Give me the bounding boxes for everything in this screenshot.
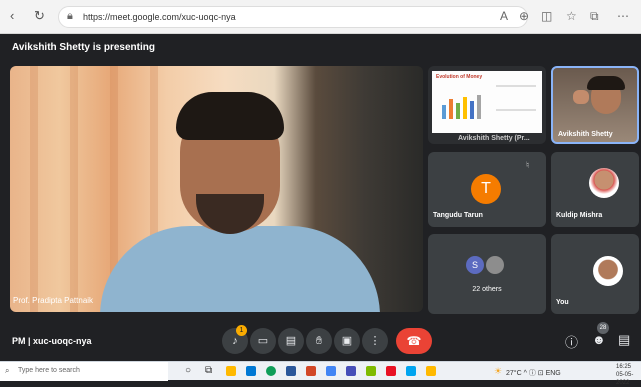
browser-toolbar: ‹ ↻ 🔒︎ https://meet.google.com/xuc-uoqc-… xyxy=(0,0,641,34)
hand-icon: ✋︎ xyxy=(315,335,323,347)
others-tile[interactable]: S 22 others xyxy=(428,234,546,314)
presentation-tile[interactable]: Evolution of Money Avikshith Shetty (Pr.… xyxy=(428,66,546,144)
main-speaker-name: Prof. Pradipta Pattnaik xyxy=(13,296,94,305)
participant-tile-tangudu[interactable]: ♮ T Tangudu Tarun xyxy=(428,152,546,227)
curtain-fold xyxy=(70,66,78,312)
participant-name: Kuldip Mishra xyxy=(556,212,603,219)
people-icon[interactable]: ☻ xyxy=(592,332,606,347)
participant-name: You xyxy=(556,299,569,306)
phone-hangup-icon: ☎ xyxy=(406,334,422,348)
clock-time: 16:25 xyxy=(616,364,632,370)
weather-icon: ☀︎ xyxy=(494,366,503,376)
taskbar-search[interactable]: ⌕ Type here to search xyxy=(0,362,168,381)
curtain-fold xyxy=(30,66,38,312)
camera-icon: ▭ xyxy=(257,335,269,347)
speaker-hair xyxy=(176,92,284,140)
participant-tile-kuldip[interactable]: Kuldip Mishra xyxy=(551,152,639,227)
search-placeholder: Type here to search xyxy=(18,367,80,374)
mic-off-icon: ♮ xyxy=(526,160,530,170)
teams-icon[interactable] xyxy=(346,366,356,376)
mic-icon: ♪ xyxy=(232,335,238,347)
edge-icon[interactable] xyxy=(266,366,276,376)
slide-title: Evolution of Money xyxy=(436,74,483,80)
participant-name: Tangudu Tarun xyxy=(433,212,483,219)
tab-icon[interactable]: ◫ xyxy=(541,9,552,23)
hand-raised-badge: 1 xyxy=(236,325,247,336)
avatar xyxy=(589,168,619,198)
slide-bar xyxy=(442,105,446,119)
participant-tile-avikshith[interactable]: Avikshith Shetty xyxy=(551,66,639,144)
word-icon[interactable] xyxy=(286,366,296,376)
present-icon: ▣ xyxy=(341,335,353,347)
more-vert-icon: ⋮ xyxy=(369,335,381,347)
search-icon: ⌕ xyxy=(5,366,10,375)
collections-icon[interactable]: ⧉ xyxy=(590,9,599,24)
meeting-code: PM | xuc-uoqc-nya xyxy=(12,336,92,346)
presentation-label: Avikshith Shetty (Pr... xyxy=(458,135,530,142)
app-icon[interactable] xyxy=(406,366,416,376)
avatar: S xyxy=(466,256,484,274)
slide-bar xyxy=(463,97,467,119)
clock[interactable]: 16:25 05-05-2022 xyxy=(616,363,641,387)
slide-bar xyxy=(470,101,474,119)
chrome-icon[interactable] xyxy=(326,366,336,376)
presenting-banner: Avikshith Shetty is presenting xyxy=(12,42,155,53)
system-tray[interactable]: 27°C ^ ⓘ ⊡ ENG xyxy=(506,368,561,378)
captions-icon: ▤ xyxy=(285,335,297,347)
favorites-icon[interactable]: ☆ xyxy=(566,9,577,23)
avatar: T xyxy=(471,174,501,204)
people-count-badge: 28 xyxy=(597,322,609,334)
info-icon[interactable]: ⓘ xyxy=(565,332,578,351)
slide-bar xyxy=(456,103,460,119)
more-options-button[interactable]: ⋮ xyxy=(362,328,388,354)
powerpoint-icon[interactable] xyxy=(306,366,316,376)
file-explorer-icon[interactable] xyxy=(226,366,236,376)
app-icon[interactable] xyxy=(426,366,436,376)
app-icon[interactable] xyxy=(386,366,396,376)
windows-taskbar: ⌕ Type here to search ○ ⧉ ☀︎ 27°C ^ ⓘ ⊡ … xyxy=(0,361,641,386)
avatar xyxy=(593,256,623,286)
zoom-icon[interactable]: ⊕ xyxy=(519,9,529,23)
self-tile[interactable]: You xyxy=(551,234,639,314)
slide-text-block xyxy=(496,85,536,111)
meet-window: Avikshith Shetty is presenting Prof. Pra… xyxy=(0,34,641,361)
slide-thumbnail: Evolution of Money xyxy=(432,71,542,133)
task-view-icon[interactable]: ⧉ xyxy=(205,365,212,376)
end-call-button[interactable]: ☎ xyxy=(396,328,432,354)
slide-bar xyxy=(449,99,453,119)
store-icon[interactable] xyxy=(246,366,256,376)
speaker-shirt xyxy=(100,226,380,312)
lock-icon: 🔒︎ xyxy=(67,10,73,22)
extensions-icon[interactable]: ⋯ xyxy=(617,9,629,23)
participant-hair xyxy=(587,76,625,90)
app-icon[interactable] xyxy=(366,366,376,376)
main-video-tile[interactable]: Prof. Pradipta Pattnaik xyxy=(10,66,423,312)
refresh-icon[interactable]: ↻ xyxy=(34,8,45,24)
participant-name: Avikshith Shetty xyxy=(558,131,613,138)
others-count: 22 others xyxy=(472,286,502,293)
clock-date: 05-05-2022 xyxy=(616,372,634,386)
participant-hand xyxy=(573,90,589,104)
present-button[interactable]: ▣ xyxy=(334,328,360,354)
cortana-icon[interactable]: ○ xyxy=(185,365,191,376)
chat-icon[interactable]: ▤ xyxy=(618,332,630,348)
address-url: https://meet.google.com/xuc-uoqc-nya xyxy=(83,12,236,22)
back-icon[interactable]: ‹ xyxy=(10,8,14,23)
slide-bar xyxy=(477,95,481,119)
address-bar[interactable]: 🔒︎ https://meet.google.com/xuc-uoqc-nya xyxy=(58,6,528,28)
avatar xyxy=(486,256,504,274)
raise-hand-button[interactable]: ✋︎ xyxy=(306,328,332,354)
read-aloud-icon[interactable]: A xyxy=(500,9,508,23)
captions-button[interactable]: ▤ xyxy=(278,328,304,354)
camera-button[interactable]: ▭ xyxy=(250,328,276,354)
